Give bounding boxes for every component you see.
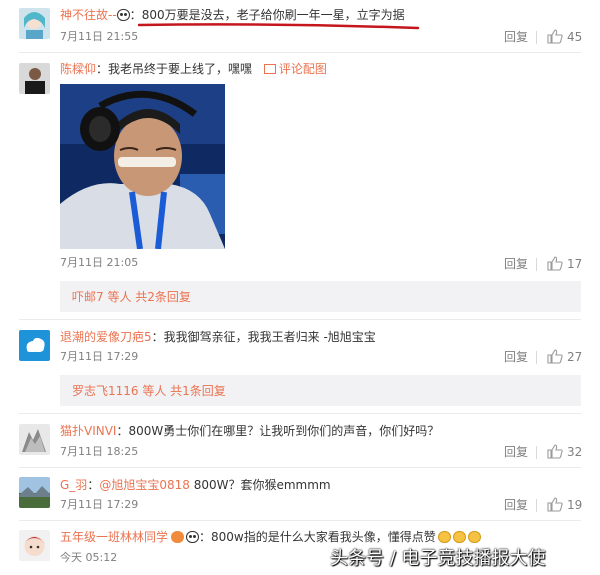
avatar[interactable] [19,424,50,455]
thumbs-up-icon[interactable] [547,444,563,459]
comment-text: 800W？套你猴emmmm [189,478,331,492]
comment-time: 7月11日 17:29 [60,350,139,363]
comment-text: 800w指的是什么大家看我头像，懂得点赞 [211,530,436,544]
comment-username[interactable]: 神不往故-- [60,8,117,22]
avatar[interactable] [19,477,50,508]
red-underline-annotation [138,23,420,30]
reply-button[interactable]: 回复 [504,257,528,271]
comment-line: 陈樑仰：我老吊终于要上线了，嘿嘿 评论配图 [60,61,327,77]
comment-mention[interactable]: @旭旭宝宝0818 [99,478,190,492]
sub-replies-summary[interactable]: 吓邮7 等人 共2条回复 [72,289,191,305]
comment-separator: ： [96,62,109,76]
divider [19,520,581,521]
like-count: 45 [567,30,583,44]
comment-line: 五年级一班林林同学 ：800w指的是什么大家看我头像，懂得点赞 [60,529,481,545]
like-count: 27 [567,350,583,364]
comment-text: 我老吊终于要上线了，嘿嘿 [108,62,253,76]
comment-text: 800W勇士你们在哪里？让我听到你们的声音，你们好吗？ [128,424,440,438]
comment-username[interactable]: 陈樑仰 [60,62,96,76]
action-separator [536,499,537,512]
panda-emoji-icon [186,531,200,543]
like-count: 17 [567,257,583,271]
comment-time: 7月11日 17:29 [60,498,139,511]
comment-line: G_羽：@旭旭宝宝0818 800W？套你猴emmmm [60,477,331,493]
reply-button[interactable]: 回复 [504,30,528,44]
action-separator [536,446,537,459]
comment-time: 今天 05:12 [60,551,118,564]
comment-separator: ： [199,530,212,544]
panda-emoji-icon [116,9,130,21]
avatar[interactable] [19,530,50,561]
thumbs-up-icon[interactable] [547,256,563,271]
comment-line: 猫扑VINVI：800W勇士你们在哪里？让我听到你们的声音，你们好吗？ [60,423,439,439]
laughing-emoji-icon [467,531,481,543]
divider [19,467,581,468]
comment-image[interactable]: TGA [60,84,225,249]
laughing-emoji-icon [437,531,451,543]
divider [19,413,581,414]
thumbs-up-icon[interactable] [547,497,563,512]
comment-time: 7月11日 18:25 [60,445,139,458]
laughing-emoji-icon [452,531,466,543]
heart-face-emoji-icon [171,531,185,543]
action-separator [536,31,537,44]
action-separator [536,258,537,271]
comment-time: 7月11日 21:55 [60,30,139,43]
comment-image-link[interactable]: 评论配图 [279,62,327,76]
comment-separator: ： [129,8,142,22]
comment-separator: ： [151,330,164,344]
sub-replies-box[interactable]: 吓邮7 等人 共2条回复 [60,281,581,312]
like-count: 19 [567,498,583,512]
comment-username[interactable]: 猫扑VINVI [60,424,116,438]
reply-button[interactable]: 回复 [504,350,528,364]
comment-text: 800万要是没去，老子给你刷一年一星，立字为据 [141,8,405,22]
avatar[interactable] [19,8,50,39]
reply-button[interactable]: 回复 [504,498,528,512]
action-separator [536,351,537,364]
comment-separator: ： [87,478,100,492]
comment-username[interactable]: G_羽 [60,478,87,492]
like-count: 32 [567,445,583,459]
comment-text: 我我御驾亲征，我我王者归来 -旭旭宝宝 [163,330,376,344]
comment-line: 神不往故-- ：800万要是没去，老子给你刷一年一星，立字为据 [60,7,405,23]
thumbs-up-icon[interactable] [547,29,563,44]
avatar[interactable] [19,63,50,94]
sub-replies-box[interactable]: 罗志飞1116 等人 共1条回复 [60,375,581,406]
comment-line: 退潮的爱像刀疤5：我我御驾亲征，我我王者归来 -旭旭宝宝 [60,329,376,345]
comment-time: 7月11日 21:05 [60,256,139,269]
comment-username[interactable]: 退潮的爱像刀疤5 [60,330,152,344]
reply-button[interactable]: 回复 [504,445,528,459]
sub-replies-summary[interactable]: 罗志飞1116 等人 共1条回复 [72,383,226,399]
divider [19,319,581,320]
comment-username[interactable]: 五年级一班林林同学 [60,530,168,544]
thumbs-up-icon[interactable] [547,349,563,364]
divider [19,52,581,53]
avatar[interactable] [19,330,50,361]
watermark: 头条号 / 电子竞技播报大使 [330,548,546,569]
image-icon [263,64,276,74]
comment-separator: ： [116,424,129,438]
